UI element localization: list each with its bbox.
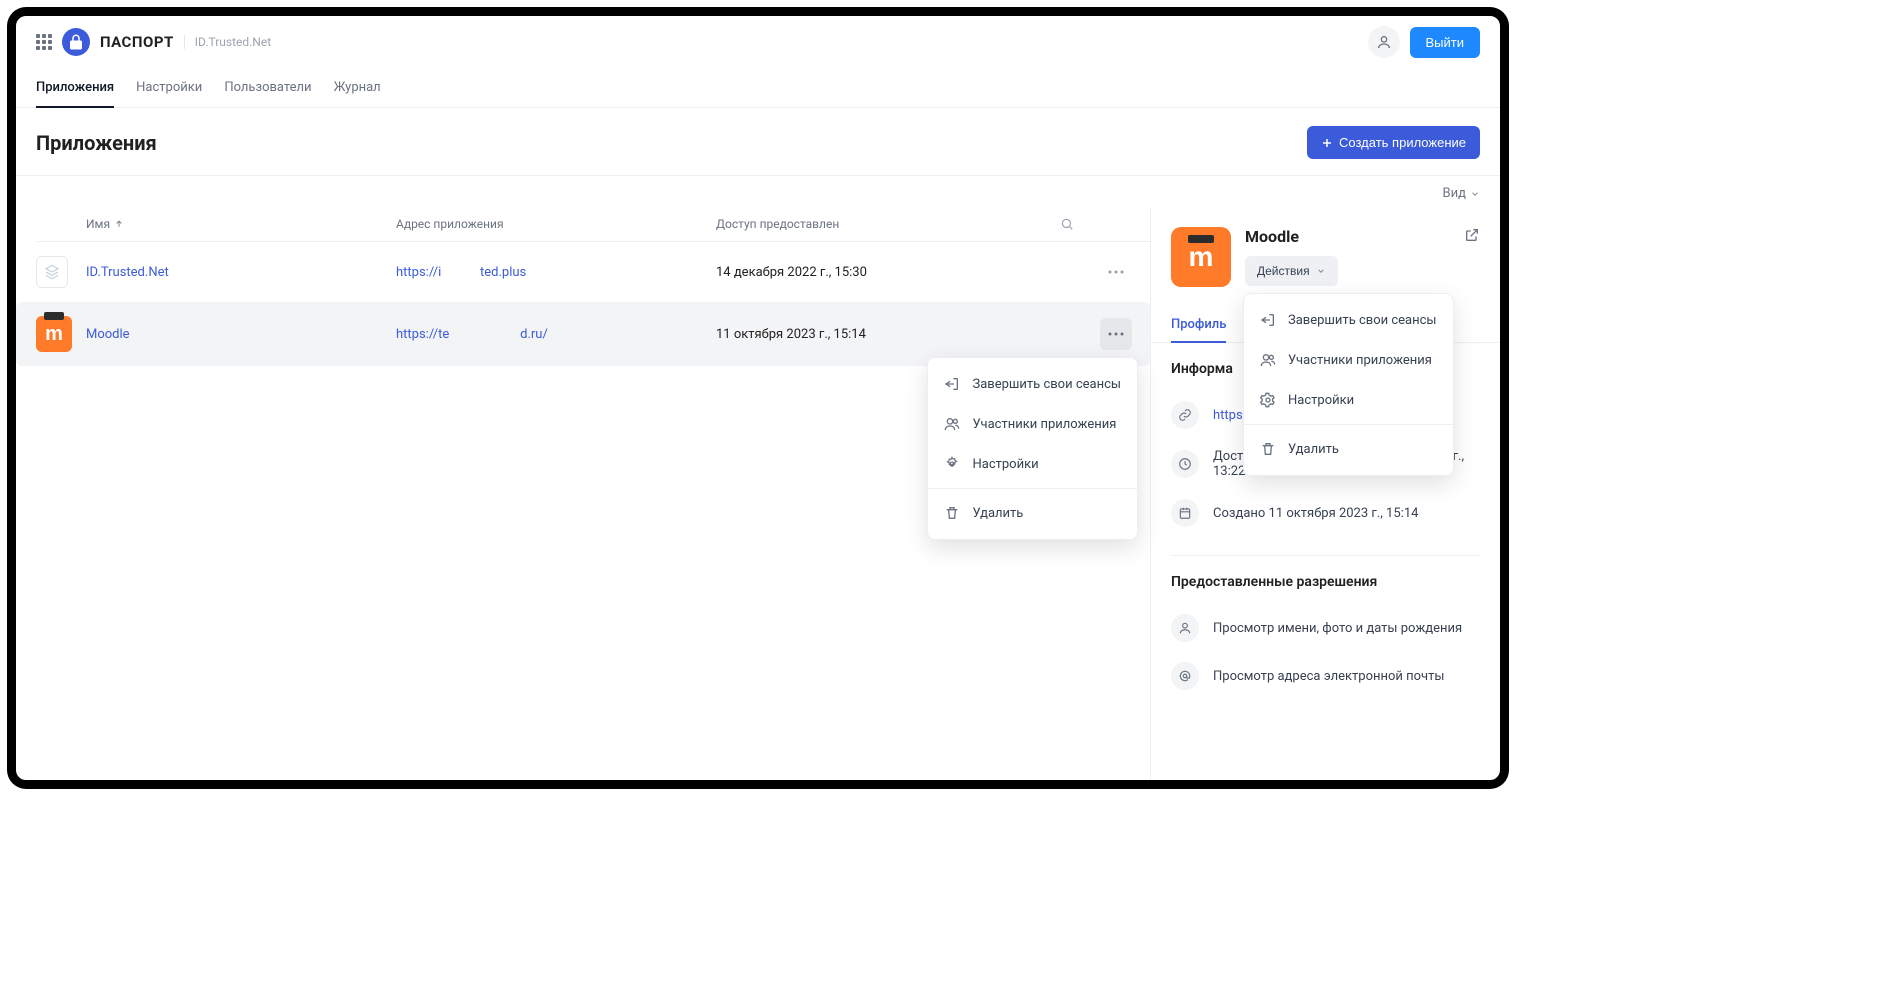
user-avatar-button[interactable] bbox=[1368, 26, 1400, 58]
table-row[interactable]: ID.Trusted.Net https://ixxxxxxted.plus 1… bbox=[36, 242, 1150, 302]
menu-end-sessions[interactable]: Завершить свои сеансы bbox=[1244, 300, 1453, 340]
users-icon bbox=[944, 416, 960, 432]
menu-label: Участники приложения bbox=[1288, 353, 1432, 368]
external-link-icon[interactable] bbox=[1464, 227, 1480, 243]
at-icon bbox=[1171, 662, 1199, 690]
menu-members[interactable]: Участники приложения bbox=[1244, 340, 1453, 380]
row-actions-menu: Завершить свои сеансы Участники приложен… bbox=[927, 357, 1138, 540]
app-icon-placeholder bbox=[36, 256, 68, 288]
brand-logo bbox=[62, 28, 90, 56]
menu-end-sessions[interactable]: Завершить свои сеансы bbox=[928, 364, 1137, 404]
col-access-header: Доступ предоставлен bbox=[716, 217, 1060, 231]
col-name-header[interactable]: Имя bbox=[86, 217, 110, 231]
app-name-link[interactable]: ID.Trusted.Net bbox=[86, 265, 396, 280]
menu-label: Удалить bbox=[1288, 442, 1339, 457]
menu-members[interactable]: Участники приложения bbox=[928, 404, 1137, 444]
access-date: 14 декабря 2022 г., 15:30 bbox=[716, 265, 1060, 280]
menu-settings[interactable]: Настройки bbox=[1244, 380, 1453, 420]
perms-section-title: Предоставленные разрешения bbox=[1171, 574, 1480, 590]
menu-delete[interactable]: Удалить bbox=[928, 493, 1137, 533]
detail-actions-menu: Завершить свои сеансы Участники приложен… bbox=[1243, 293, 1454, 476]
trash-icon bbox=[944, 505, 960, 521]
clock-icon bbox=[1171, 450, 1199, 478]
access-date: 11 октября 2023 г., 15:14 bbox=[716, 327, 1060, 342]
tab-settings[interactable]: Настройки bbox=[136, 68, 202, 107]
perm-text: Просмотр адреса электронной почты bbox=[1213, 669, 1444, 684]
detail-url-link[interactable]: https bbox=[1213, 408, 1243, 423]
logout-icon bbox=[944, 376, 960, 392]
row-more-button[interactable] bbox=[1100, 256, 1132, 288]
menu-label: Настройки bbox=[1288, 393, 1354, 408]
apps-grid-icon[interactable] bbox=[36, 34, 52, 50]
logout-button[interactable]: Выйти bbox=[1410, 27, 1481, 58]
app-url-link[interactable]: https://texxxxxxxxxxxd.ru/ bbox=[396, 327, 548, 342]
detail-tab-profile[interactable]: Профиль bbox=[1171, 307, 1226, 342]
user-icon bbox=[1171, 614, 1199, 642]
search-icon[interactable] bbox=[1060, 217, 1100, 231]
tab-apps[interactable]: Приложения bbox=[36, 68, 114, 107]
detail-app-icon: m bbox=[1171, 227, 1231, 287]
create-app-button[interactable]: Создать приложение bbox=[1307, 126, 1480, 159]
created-info: Создано 11 октября 2023 г., 15:14 bbox=[1213, 506, 1418, 521]
app-url-link[interactable]: https://ixxxxxxted.plus bbox=[396, 265, 526, 280]
menu-delete[interactable]: Удалить bbox=[1244, 429, 1453, 469]
chevron-down-icon bbox=[1316, 266, 1326, 276]
menu-label: Удалить bbox=[972, 506, 1023, 521]
gear-icon bbox=[944, 456, 960, 472]
perm-text: Просмотр имени, фото и даты рождения bbox=[1213, 621, 1462, 636]
moodle-icon: m bbox=[36, 316, 72, 352]
menu-label: Завершить свои сеансы bbox=[972, 377, 1121, 392]
view-label: Вид bbox=[1443, 186, 1466, 201]
actions-label: Действия bbox=[1257, 264, 1310, 278]
menu-label: Завершить свои сеансы bbox=[1288, 313, 1437, 328]
create-app-label: Создать приложение bbox=[1339, 135, 1466, 150]
menu-label: Настройки bbox=[972, 457, 1038, 472]
trash-icon bbox=[1260, 441, 1276, 457]
menu-label: Участники приложения bbox=[972, 417, 1116, 432]
page-title: Приложения bbox=[36, 131, 157, 155]
tab-journal[interactable]: Журнал bbox=[334, 68, 381, 107]
calendar-icon bbox=[1171, 499, 1199, 527]
brand-subtitle: ID.Trusted.Net bbox=[184, 35, 271, 49]
view-toggle[interactable]: Вид bbox=[1443, 186, 1480, 201]
app-name-link[interactable]: Moodle bbox=[86, 327, 396, 342]
logout-icon bbox=[1260, 312, 1276, 328]
brand-title: ПАСПОРТ bbox=[100, 33, 174, 51]
detail-title: Moodle bbox=[1245, 227, 1338, 246]
users-icon bbox=[1260, 352, 1276, 368]
col-addr-header: Адрес приложения bbox=[396, 217, 716, 231]
actions-dropdown-button[interactable]: Действия bbox=[1245, 256, 1338, 286]
chevron-down-icon bbox=[1470, 189, 1480, 199]
sort-up-icon bbox=[114, 219, 124, 229]
link-icon bbox=[1171, 401, 1199, 429]
gear-icon bbox=[1260, 392, 1276, 408]
tab-users[interactable]: Пользователи bbox=[224, 68, 311, 107]
row-more-button[interactable] bbox=[1100, 318, 1132, 350]
menu-settings[interactable]: Настройки bbox=[928, 444, 1137, 484]
